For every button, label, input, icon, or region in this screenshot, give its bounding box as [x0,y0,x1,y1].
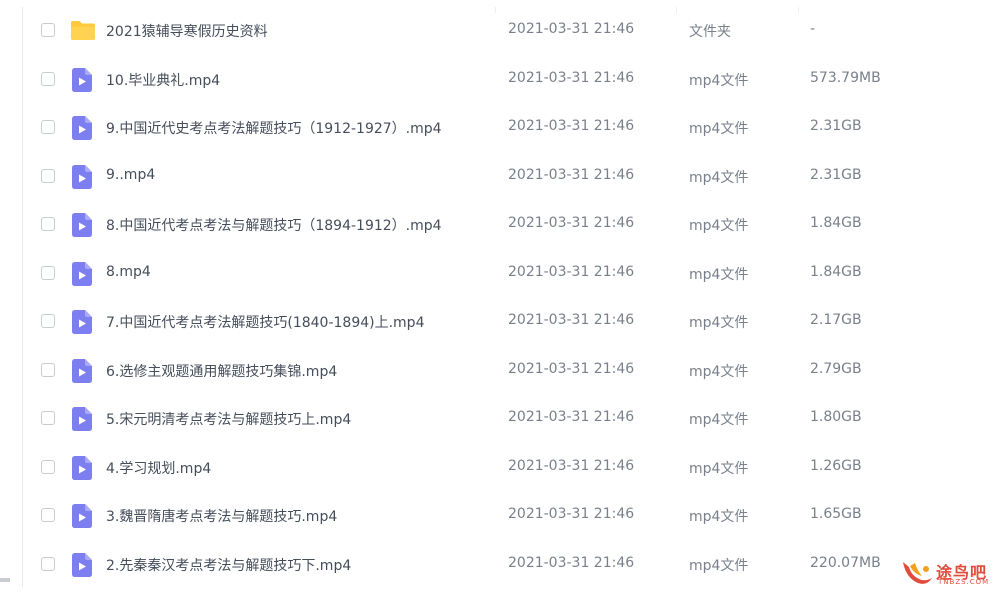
bird-logo-icon [903,562,932,584]
row-checkbox[interactable] [41,23,55,37]
modified-date: 2021-03-31 21:46 [508,554,635,571]
file-name[interactable]: 9.中国近代史考点考法解题技巧（1912-1927）.mp4 [106,118,442,138]
row-checkbox[interactable] [41,459,55,474]
video-file-icon [72,552,92,577]
modified-date: 2021-03-31 21:46 [508,506,635,522]
file-size: 1.80GB [810,409,862,425]
file-name[interactable]: 6.选修主观题通用解题技巧集锦.mp4 [106,361,337,381]
file-size: 220.07MB [810,554,881,571]
file-size: 1.84GB [810,215,862,231]
file-name[interactable]: 3.魏晋隋唐考点考法与解题技巧.mp4 [106,506,337,526]
modified-date: 2021-03-31 21:46 [508,69,635,86]
file-list: 2021猿辅导寒假历史资料 2021-03-31 21:46 文件夹 - 10.… [22,7,1000,587]
video-file-icon [72,213,92,237]
scroll-indicator[interactable] [0,578,10,582]
file-size: 2.79GB [810,360,862,377]
modified-date: 2021-03-31 21:46 [508,166,635,183]
file-name[interactable]: 8.中国近代考点考法与解题技巧（1894-1912）.mp4 [106,215,442,235]
file-size: 2.31GB [810,118,862,134]
file-row[interactable]: 8.mp4 2021-03-31 21:46 mp4文件 1.84GB [23,250,1000,298]
watermark-logo: 途鸟吧 TNBZS.COM [900,556,996,590]
video-file-icon [72,261,92,286]
modified-date: 2021-03-31 21:46 [508,263,635,280]
modified-date: 2021-03-31 21:46 [508,360,635,377]
row-checkbox[interactable] [41,168,55,183]
file-row[interactable]: 2021猿辅导寒假历史资料 2021-03-31 21:46 文件夹 - [23,7,1000,55]
file-size: 573.79MB [810,69,881,86]
file-type: mp4文件 [689,266,749,283]
file-name[interactable]: 7.中国近代考点考法解题技巧(1840-1894)上.mp4 [106,312,424,332]
file-size: 2.31GB [810,166,862,183]
file-row[interactable]: 9..mp4 2021-03-31 21:46 mp4文件 2.31GB [23,153,1000,201]
file-name[interactable]: 4.学习规划.mp4 [106,458,211,478]
row-checkbox[interactable] [41,556,55,571]
row-checkbox[interactable] [41,314,55,328]
modified-date: 2021-03-31 21:46 [508,312,635,328]
video-file-icon [72,455,92,480]
file-name[interactable]: 9..mp4 [106,167,155,183]
file-type: mp4文件 [689,169,749,186]
modified-date: 2021-03-31 21:46 [508,21,635,37]
file-row[interactable]: 7.中国近代考点考法解题技巧(1840-1894)上.mp4 2021-03-3… [23,298,1000,346]
row-checkbox[interactable] [41,265,55,280]
file-row[interactable]: 8.中国近代考点考法与解题技巧（1894-1912）.mp4 2021-03-3… [23,201,1000,249]
file-row[interactable]: 6.选修主观题通用解题技巧集锦.mp4 2021-03-31 21:46 mp4… [23,347,1000,395]
file-type: mp4文件 [689,509,749,525]
modified-date: 2021-03-31 21:46 [508,118,635,134]
row-checkbox[interactable] [41,362,55,377]
file-type: mp4文件 [689,460,749,477]
file-type: mp4文件 [689,557,749,574]
file-size: 1.65GB [810,506,862,522]
video-file-icon [72,164,92,189]
file-type: mp4文件 [689,121,749,137]
video-file-icon [72,358,92,383]
file-row[interactable]: 9.中国近代史考点考法解题技巧（1912-1927）.mp4 2021-03-3… [23,104,1000,152]
modified-date: 2021-03-31 21:46 [508,409,635,425]
video-file-icon [72,407,92,431]
file-type: mp4文件 [689,363,749,380]
folder-icon [71,21,95,40]
modified-date: 2021-03-31 21:46 [508,215,635,231]
file-name[interactable]: 10.毕业典礼.mp4 [106,70,220,90]
file-row[interactable]: 4.学习规划.mp4 2021-03-31 21:46 mp4文件 1.26GB [23,444,1000,492]
row-checkbox[interactable] [41,508,55,522]
file-size: 2.17GB [810,312,862,328]
modified-date: 2021-03-31 21:46 [508,457,635,474]
watermark-subtext: TNBZS.COM [938,578,990,586]
video-file-icon [72,67,92,92]
left-gutter [0,0,22,593]
file-type: mp4文件 [689,218,749,234]
video-file-icon [72,116,92,140]
file-row[interactable]: 5.宋元明清考点考法与解题技巧上.mp4 2021-03-31 21:46 mp… [23,395,1000,443]
file-size: - [810,21,816,37]
file-row[interactable]: 2.先秦秦汉考点考法与解题技巧下.mp4 2021-03-31 21:46 mp… [23,541,1000,589]
file-type: mp4文件 [689,315,749,331]
file-type: 文件夹 [689,24,731,40]
video-file-icon [72,504,92,528]
file-row[interactable]: 10.毕业典礼.mp4 2021-03-31 21:46 mp4文件 573.7… [23,56,1000,104]
row-checkbox[interactable] [41,411,55,425]
row-checkbox[interactable] [41,120,55,134]
file-type: mp4文件 [689,72,749,89]
file-name[interactable]: 2.先秦秦汉考点考法与解题技巧下.mp4 [106,555,351,575]
video-file-icon [72,310,92,334]
file-name[interactable]: 8.mp4 [106,264,151,280]
row-checkbox[interactable] [41,71,55,86]
file-name[interactable]: 2021猿辅导寒假历史资料 [106,21,268,41]
file-type: mp4文件 [689,412,749,428]
row-checkbox[interactable] [41,217,55,231]
file-size: 1.84GB [810,263,862,280]
file-name[interactable]: 5.宋元明清考点考法与解题技巧上.mp4 [106,409,351,429]
file-size: 1.26GB [810,457,862,474]
file-row[interactable]: 3.魏晋隋唐考点考法与解题技巧.mp4 2021-03-31 21:46 mp4… [23,492,1000,540]
